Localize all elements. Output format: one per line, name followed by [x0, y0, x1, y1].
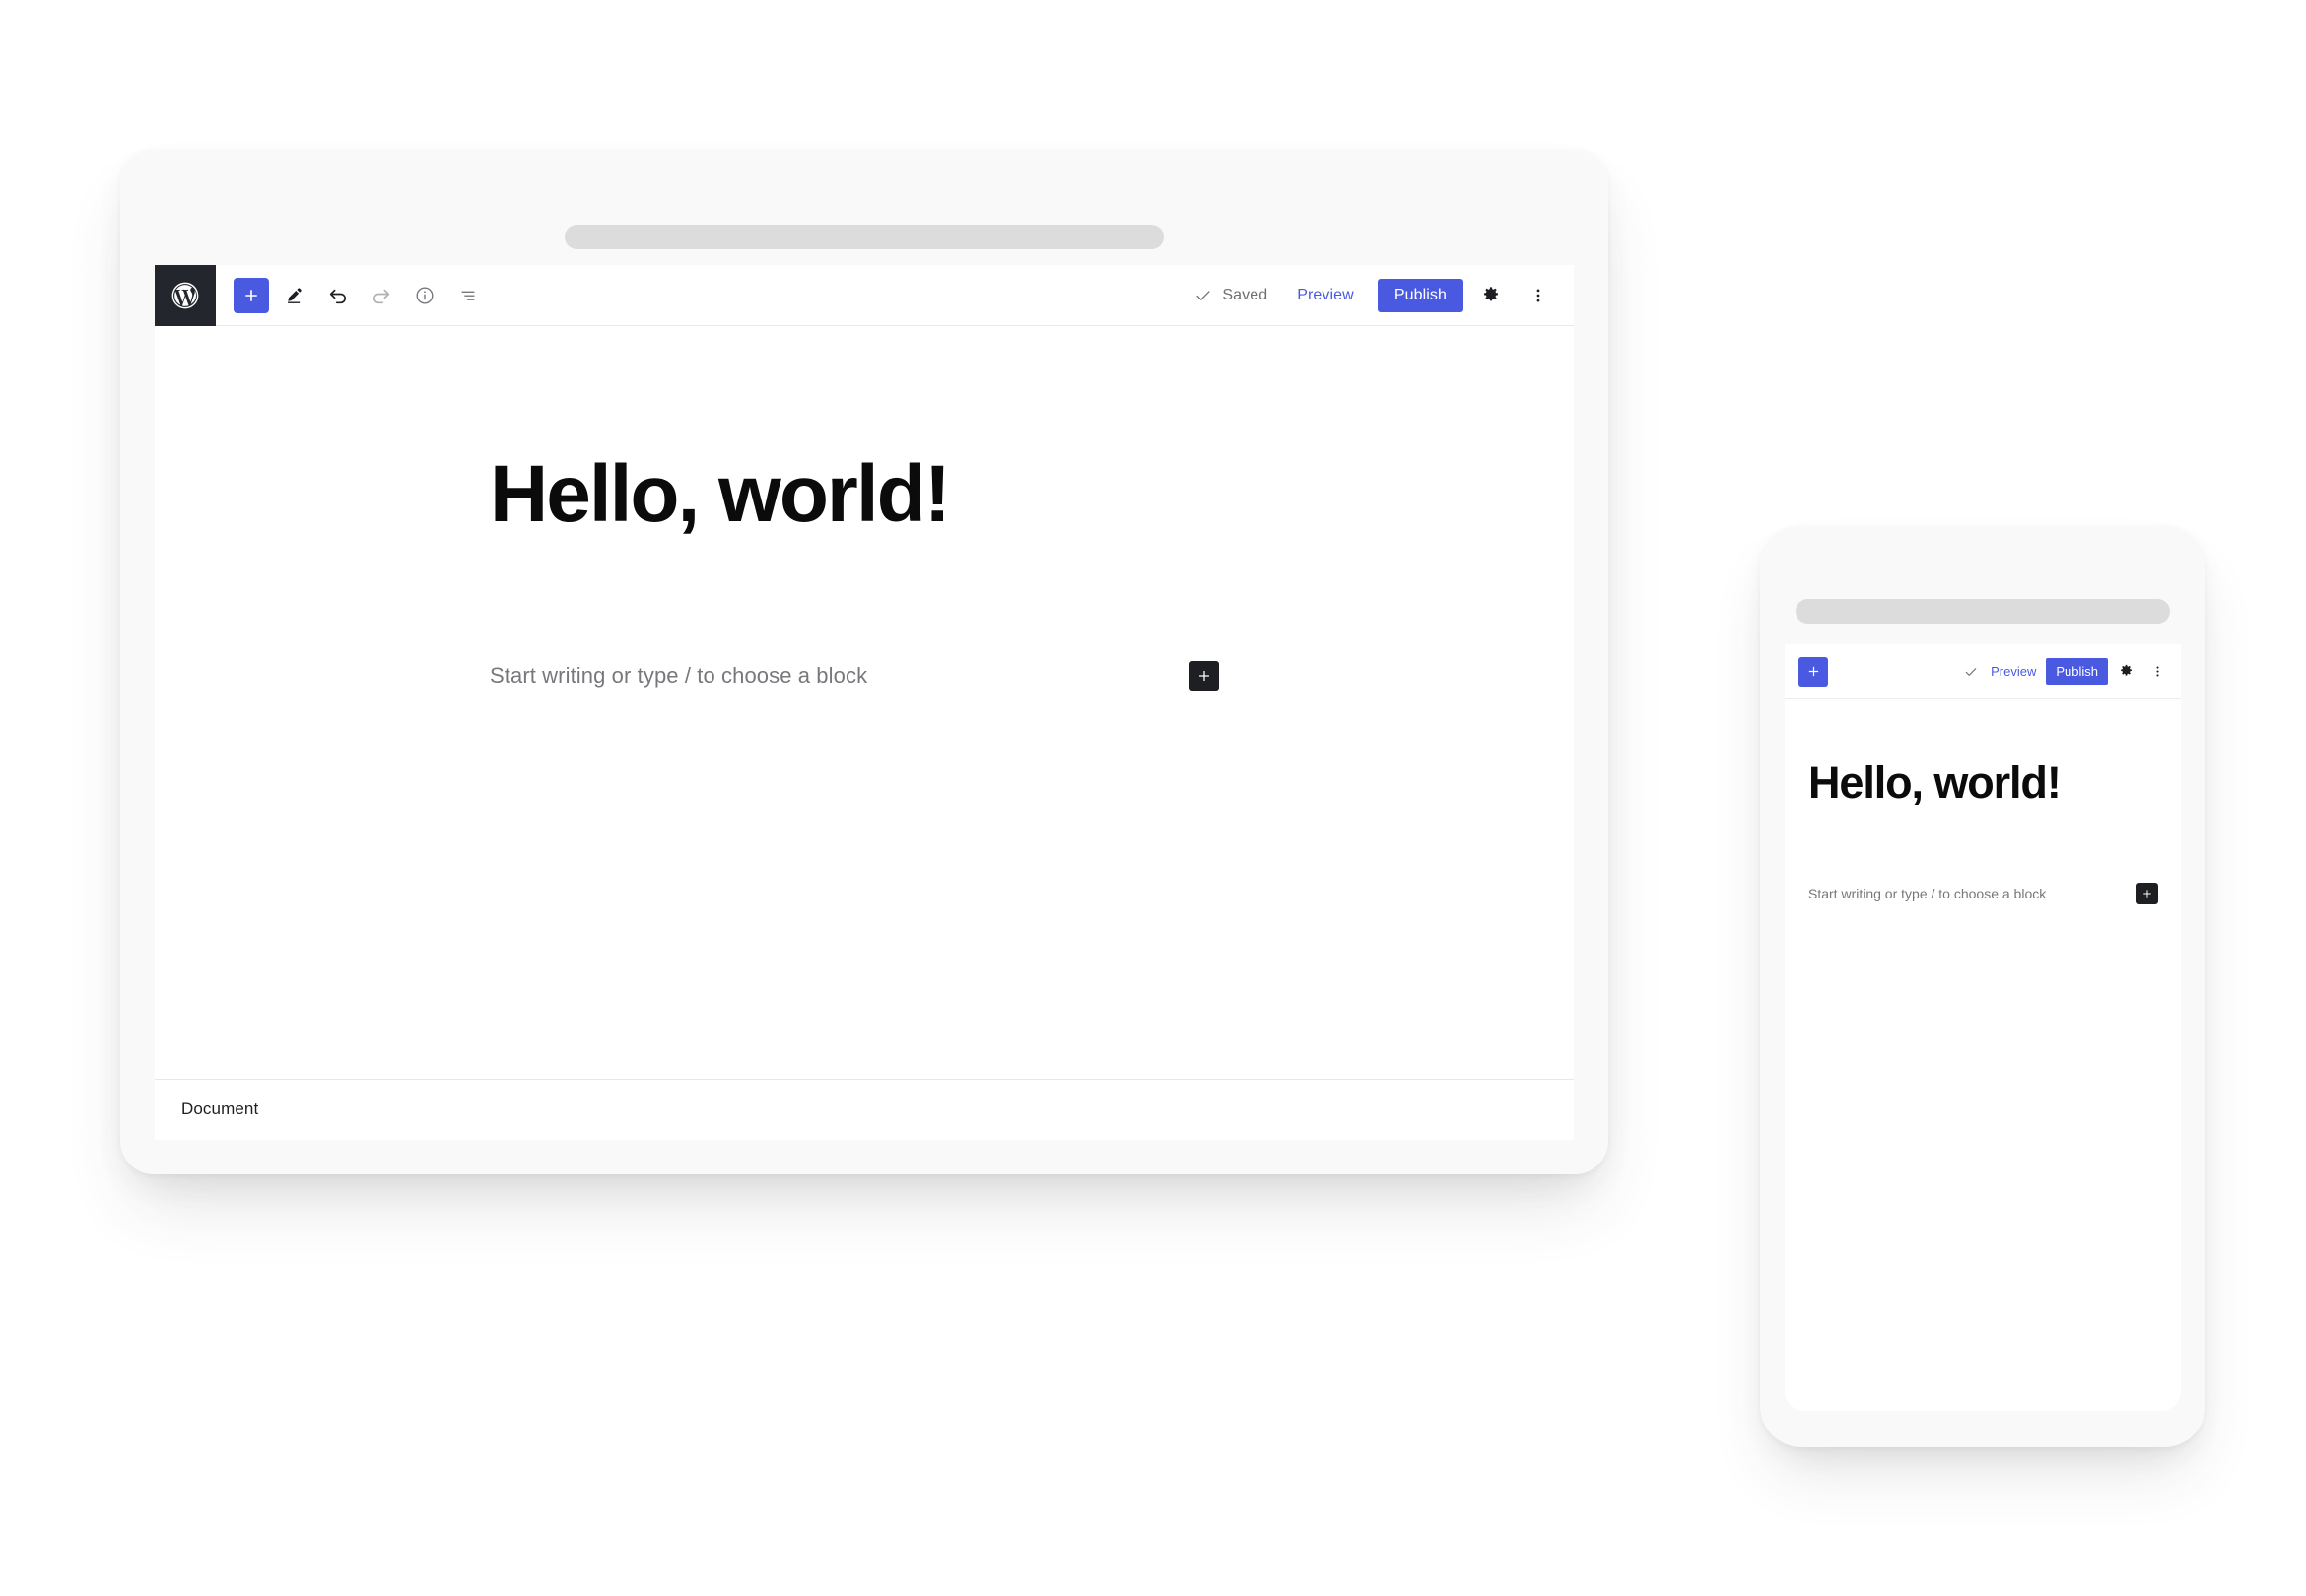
info-circle-icon — [416, 287, 434, 303]
redo-arrow-icon — [373, 289, 390, 303]
editor-footer: Document — [155, 1080, 1574, 1139]
paragraph-block-row: Start writing or type / to choose a bloc… — [490, 661, 1219, 691]
redo-button[interactable] — [364, 278, 399, 313]
post-title[interactable]: Hello, world! — [490, 454, 951, 535]
gear-icon — [2120, 664, 2132, 676]
inline-add-block-button[interactable] — [1189, 661, 1219, 691]
add-block-button[interactable] — [234, 277, 269, 313]
phone-add-block-button[interactable] — [1798, 656, 1828, 687]
phone-inline-add-block-button[interactable] — [2136, 883, 2158, 904]
editor-left-tools — [216, 265, 1180, 325]
saved-status: Saved — [1180, 286, 1281, 305]
plus-icon — [245, 289, 257, 301]
phone-more-options-button[interactable] — [2143, 658, 2171, 686]
phone-post-title[interactable]: Hello, world! — [1808, 761, 2062, 805]
device-top-bezel — [120, 150, 1608, 265]
saved-label: Saved — [1222, 286, 1268, 303]
editor-canvas: Hello, world! Start writing or type / to… — [155, 326, 1574, 1080]
checkmark-icon — [1196, 290, 1210, 300]
plus-icon — [2143, 890, 2151, 898]
checkmark-icon — [1965, 667, 1977, 676]
plus-icon — [1808, 666, 1818, 677]
three-dots-vertical-icon — [2155, 666, 2159, 677]
phone-paragraph-block-row: Start writing or type / to choose a bloc… — [1808, 883, 2158, 904]
details-button[interactable] — [407, 278, 442, 313]
phone-speaker-pill — [1796, 599, 2170, 624]
pencil-edit-icon — [288, 287, 302, 303]
phone-settings-button[interactable] — [2112, 658, 2139, 686]
wordpress-logo-icon[interactable] — [155, 265, 216, 326]
plus-icon — [1199, 671, 1209, 681]
edit-tool[interactable] — [277, 278, 312, 313]
settings-button[interactable] — [1471, 276, 1511, 315]
preview-button[interactable]: Preview — [1281, 279, 1370, 312]
undo-arrow-icon — [329, 289, 347, 303]
phone-editor-toolbar: Preview Publish — [1785, 644, 2181, 699]
phone-preview-button[interactable]: Preview — [1983, 659, 2044, 684]
breadcrumb[interactable]: Document — [181, 1099, 258, 1119]
phone-publish-button[interactable]: Publish — [2046, 658, 2108, 685]
paragraph-placeholder[interactable]: Start writing or type / to choose a bloc… — [490, 663, 867, 689]
tablet-laptop-device: Saved Preview Publish Hello, world! Star… — [120, 150, 1608, 1174]
more-options-button[interactable] — [1519, 276, 1558, 315]
device-speaker-pill — [565, 225, 1164, 249]
list-view-icon — [461, 291, 475, 300]
gear-icon — [1484, 286, 1498, 300]
phone-editor-screen: Preview Publish Hello, world! Start writ… — [1785, 644, 2181, 1411]
publish-button[interactable]: Publish — [1377, 278, 1463, 312]
undo-button[interactable] — [320, 278, 356, 313]
editor-right-tools: Saved Preview Publish — [1180, 265, 1574, 325]
phone-device: Preview Publish Hello, world! Start writ… — [1760, 526, 2205, 1447]
phone-saved-status — [1963, 664, 1983, 680]
screenshot-stage: Saved Preview Publish Hello, world! Star… — [0, 0, 2306, 1596]
editor-toolbar: Saved Preview Publish — [155, 265, 1574, 326]
editor-screen: Saved Preview Publish Hello, world! Star… — [155, 265, 1574, 1140]
phone-paragraph-placeholder[interactable]: Start writing or type / to choose a bloc… — [1808, 886, 2046, 901]
phone-editor-canvas: Hello, world! Start writing or type / to… — [1785, 699, 2181, 1411]
list-view-button[interactable] — [450, 278, 486, 313]
three-dots-vertical-icon — [1536, 288, 1540, 302]
